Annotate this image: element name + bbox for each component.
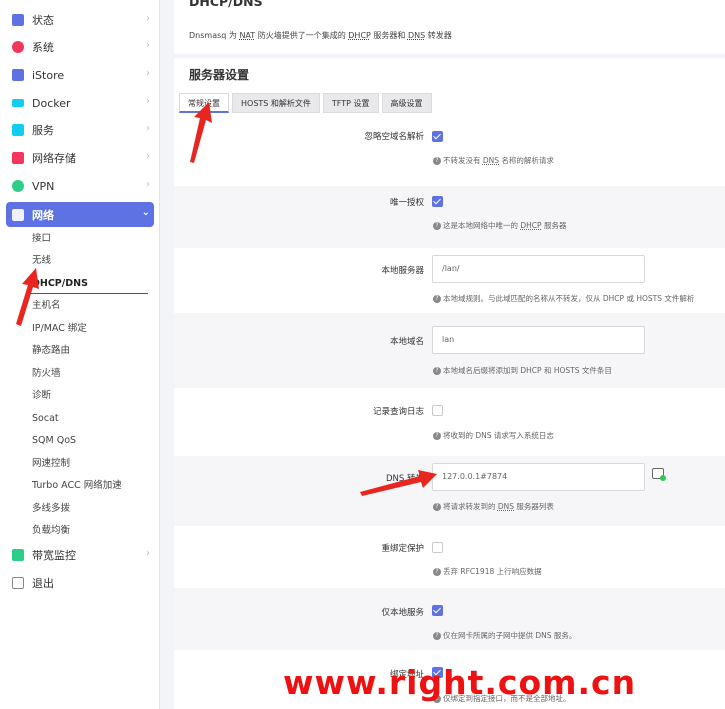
- watermark-logo: www.right.com.cn: [283, 663, 637, 702]
- arrow-icon: [360, 470, 437, 496]
- arrow-icon: [190, 102, 212, 163]
- arrow-icon: [16, 268, 39, 326]
- annotation-arrows: [16, 102, 437, 496]
